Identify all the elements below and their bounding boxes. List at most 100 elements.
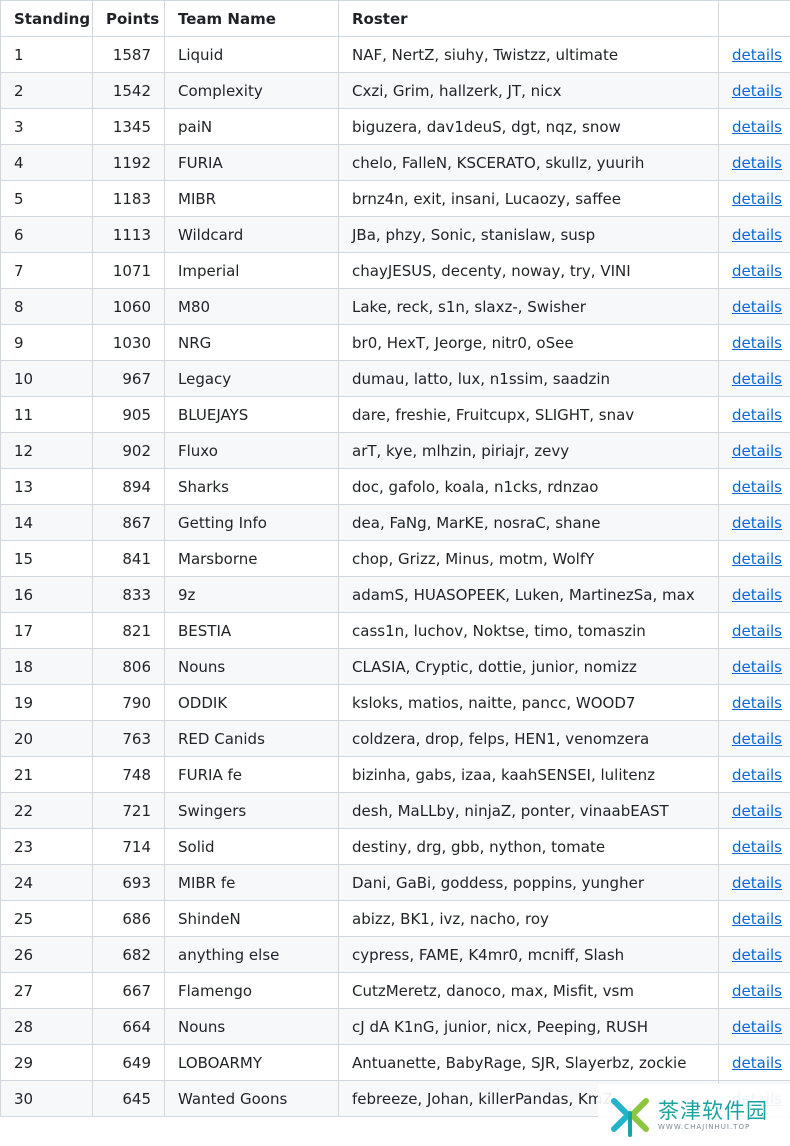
team-name-cell: BESTIA: [164, 612, 339, 649]
table-row: 24 693 MIBR fe Dani, GaBi, goddess, poppins…: [0, 864, 790, 901]
roster-cell: br0, HexT, Jeorge, nitr0, oSee: [338, 324, 719, 361]
table-row: 6 1113 Wildcard JBa, phzy, Sonic, stanislaw…: [0, 216, 790, 253]
details-link[interactable]: details: [732, 118, 782, 136]
roster-cell: Dani, GaBi, goddess, poppins, yungher: [338, 864, 719, 901]
table-row: 22 721 Swingers desh, MaLLby, ninjaZ, ponte…: [0, 792, 790, 829]
roster-cell: brnz4n, exit, insani, Lucaozy, saffee: [338, 180, 719, 217]
team-name-cell: MIBR: [164, 180, 339, 217]
roster-cell: desh, MaLLby, ninjaZ, ponter, vinaabEAST: [338, 792, 719, 829]
points-cell: 693: [92, 864, 165, 901]
details-link[interactable]: details: [732, 874, 782, 892]
details-link[interactable]: details: [732, 658, 782, 676]
points-cell: 664: [92, 1008, 165, 1045]
watermark: 茶津软件园 WWW.CHAJINHUI.TOP: [598, 1084, 790, 1146]
team-name-cell: M80: [164, 288, 339, 325]
details-link[interactable]: details: [732, 514, 782, 532]
details-link[interactable]: details: [732, 1018, 782, 1036]
points-cell: 686: [92, 900, 165, 937]
header-standing: Standing: [0, 0, 93, 37]
standing-cell: 9: [0, 324, 93, 361]
header-row: Standing Points Team Name Roster: [0, 0, 790, 37]
table-row: 7 1071 Imperial chayJESUS, decenty, noway, …: [0, 252, 790, 289]
details-link[interactable]: details: [732, 262, 782, 280]
details-link[interactable]: details: [732, 586, 782, 604]
table-row: 21 748 FURIA fe bizinha, gabs, izaa, kaahSE…: [0, 756, 790, 793]
points-cell: 721: [92, 792, 165, 829]
details-link[interactable]: details: [732, 334, 782, 352]
standing-cell: 18: [0, 648, 93, 685]
standing-cell: 14: [0, 504, 93, 541]
standing-cell: 7: [0, 252, 93, 289]
points-cell: 763: [92, 720, 165, 757]
standing-cell: 6: [0, 216, 93, 253]
details-cell: details: [718, 360, 790, 397]
roster-cell: biguzera, dav1deuS, dgt, nqz, snow: [338, 108, 719, 145]
standing-cell: 10: [0, 360, 93, 397]
roster-cell: adamS, HUASOPEEK, Luken, MartinezSa, max: [338, 576, 719, 613]
table-row: 16 833 9z adamS, HUASOPEEK, Luken, Martinez…: [0, 576, 790, 613]
standing-cell: 12: [0, 432, 93, 469]
roster-cell: CutzMeretz, danoco, max, Misfit, vsm: [338, 972, 719, 1009]
details-link[interactable]: details: [732, 946, 782, 964]
details-link[interactable]: details: [732, 910, 782, 928]
details-link[interactable]: details: [732, 478, 782, 496]
details-link[interactable]: details: [732, 406, 782, 424]
details-link[interactable]: details: [732, 766, 782, 784]
roster-cell: arT, kye, mlhzin, piriajr, zevy: [338, 432, 719, 469]
points-cell: 867: [92, 504, 165, 541]
details-link[interactable]: details: [732, 550, 782, 568]
team-name-cell: Solid: [164, 828, 339, 865]
roster-cell: destiny, drg, gbb, nython, tomate: [338, 828, 719, 865]
roster-cell: CLASIA, Cryptic, dottie, junior, nomizz: [338, 648, 719, 685]
points-cell: 902: [92, 432, 165, 469]
roster-cell: dumau, latto, lux, n1ssim, saadzin: [338, 360, 719, 397]
details-link[interactable]: details: [732, 154, 782, 172]
details-link[interactable]: details: [732, 82, 782, 100]
details-link[interactable]: details: [732, 298, 782, 316]
standing-cell: 17: [0, 612, 93, 649]
points-cell: 790: [92, 684, 165, 721]
details-link[interactable]: details: [732, 802, 782, 820]
team-name-cell: Imperial: [164, 252, 339, 289]
points-cell: 1345: [92, 108, 165, 145]
details-link[interactable]: details: [732, 730, 782, 748]
watermark-logo-icon: [611, 1098, 649, 1137]
roster-cell: dea, FaNg, MarKE, nosraC, shane: [338, 504, 719, 541]
roster-cell: cypress, FAME, K4mr0, mcniff, Slash: [338, 936, 719, 973]
details-cell: details: [718, 504, 790, 541]
details-link[interactable]: details: [732, 46, 782, 64]
roster-cell: chayJESUS, decenty, noway, try, VINI: [338, 252, 719, 289]
team-name-cell: 9z: [164, 576, 339, 613]
standing-cell: 29: [0, 1044, 93, 1081]
table-row: 15 841 Marsborne chop, Grizz, Minus, motm, …: [0, 540, 790, 577]
details-link[interactable]: details: [732, 370, 782, 388]
details-cell: details: [718, 36, 790, 73]
roster-cell: cass1n, luchov, Noktse, timo, tomaszin: [338, 612, 719, 649]
standing-cell: 13: [0, 468, 93, 505]
points-cell: 667: [92, 972, 165, 1009]
details-link[interactable]: details: [732, 1054, 782, 1072]
standing-cell: 8: [0, 288, 93, 325]
details-link[interactable]: details: [732, 226, 782, 244]
details-link[interactable]: details: [732, 838, 782, 856]
team-name-cell: ShindeN: [164, 900, 339, 937]
points-cell: 894: [92, 468, 165, 505]
details-cell: details: [718, 324, 790, 361]
team-name-cell: MIBR fe: [164, 864, 339, 901]
standing-cell: 25: [0, 900, 93, 937]
roster-cell: bizinha, gabs, izaa, kaahSENSEI, luliten…: [338, 756, 719, 793]
table-row: 12 902 Fluxo arT, kye, mlhzin, piriajr, zev…: [0, 432, 790, 469]
table-row: 14 867 Getting Info dea, FaNg, MarKE, nosra…: [0, 504, 790, 541]
points-cell: 748: [92, 756, 165, 793]
team-name-cell: anything else: [164, 936, 339, 973]
details-link[interactable]: details: [732, 982, 782, 1000]
details-link[interactable]: details: [732, 190, 782, 208]
details-link[interactable]: details: [732, 622, 782, 640]
table-row: 19 790 ODDIK ksloks, matios, naitte, pancc,…: [0, 684, 790, 721]
details-cell: details: [718, 288, 790, 325]
table-row: 1 1587 Liquid NAF, NertZ, siuhy, Twistzz, u…: [0, 36, 790, 73]
team-name-cell: Getting Info: [164, 504, 339, 541]
details-link[interactable]: details: [732, 694, 782, 712]
details-link[interactable]: details: [732, 442, 782, 460]
details-cell: details: [718, 1008, 790, 1045]
